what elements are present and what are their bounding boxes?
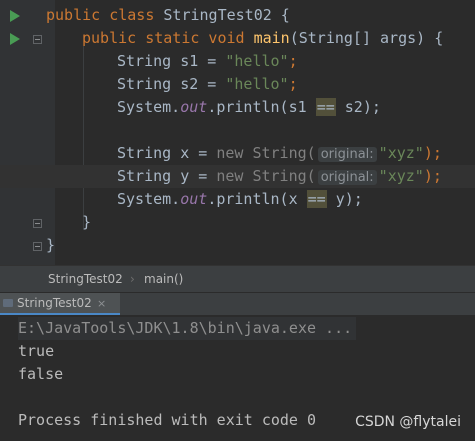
code-line[interactable]: System.out.println(s1 == s2);: [0, 96, 475, 119]
run-tab[interactable]: StringTest02 ×: [0, 293, 120, 315]
console-exit-line: Process finished with exit code 0: [18, 411, 317, 429]
code-line[interactable]: public class StringTest02 {: [0, 4, 475, 27]
run-tool-window-tabs: StringTest02 ×: [0, 292, 475, 315]
param-hint: original:: [317, 147, 377, 162]
code-line[interactable]: String x = new String(original: "xyz");: [0, 142, 475, 165]
watermark: CSDN @flytalei: [355, 414, 461, 430]
code-line[interactable]: System.out.println(x == y);: [0, 188, 475, 211]
console-output-line: false: [18, 365, 64, 383]
code-line-current[interactable]: String y = new String(original: "xyz");: [0, 165, 475, 188]
breadcrumb-method[interactable]: main(): [144, 266, 183, 293]
code-line[interactable]: String s2 = "hello";: [0, 73, 475, 96]
close-icon[interactable]: ×: [97, 293, 106, 314]
code-editor[interactable]: public class StringTest02 { public stati…: [0, 0, 475, 265]
run-tab-label: StringTest02: [17, 296, 92, 310]
console-command-line[interactable]: E:\JavaTools\JDK\1.8\bin\java.exe ...: [18, 317, 357, 340]
param-hint: original:: [317, 170, 377, 185]
breadcrumb: StringTest02 › main(): [0, 265, 475, 292]
console-output-line: true: [18, 342, 55, 360]
code-line[interactable]: String s1 = "hello";: [0, 50, 475, 73]
breadcrumb-separator: ›: [130, 272, 135, 286]
code-line[interactable]: }: [0, 234, 475, 257]
code-line[interactable]: public static void main(String[] args) {: [0, 27, 475, 50]
run-config-icon: [3, 299, 13, 307]
code-line[interactable]: }: [0, 211, 475, 234]
breadcrumb-class[interactable]: StringTest02: [48, 266, 123, 293]
